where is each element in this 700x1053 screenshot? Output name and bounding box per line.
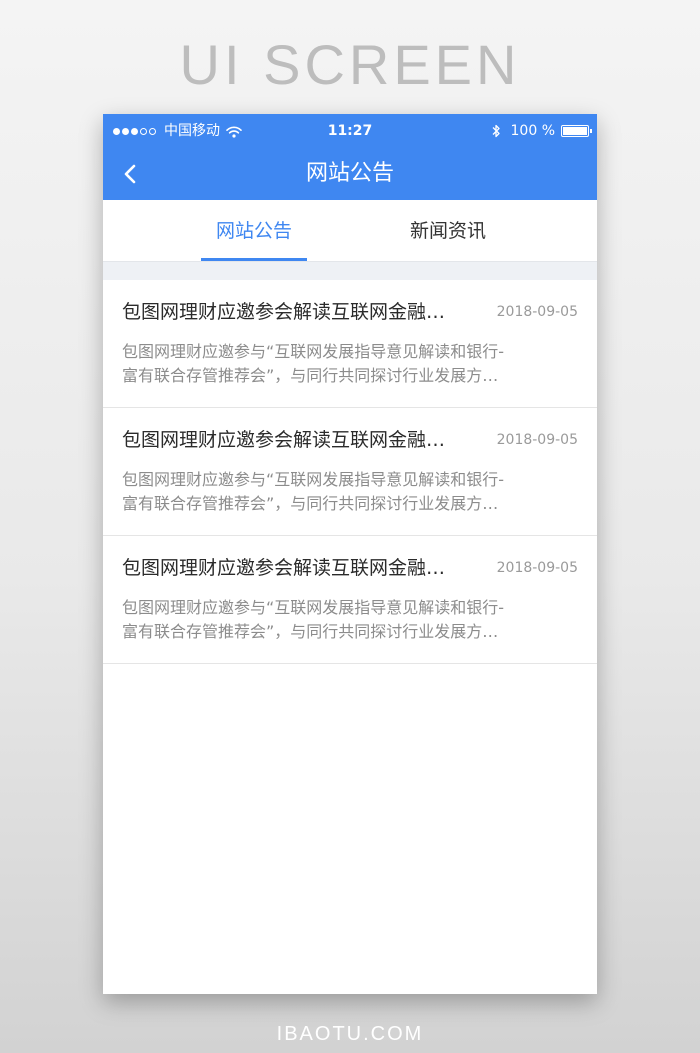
bluetooth-icon — [491, 124, 501, 138]
footer-brand: IBAOTU.COM — [276, 1023, 424, 1045]
news-summary-line: 包图网理财应邀参与“互联网发展指导意见解读和银行- — [122, 470, 505, 489]
section-divider — [103, 262, 597, 280]
nav-bar: 网站公告 — [103, 148, 597, 200]
news-title: 包图网理财应邀参会解读互联网金融… — [122, 557, 446, 579]
phone-screen: 中国移动 11:27 100 % 网站公告 网站公告 新闻资讯 包图网理财应邀参… — [103, 114, 597, 994]
news-summary-line: 富有联合存管推荐会”，与同行共同探讨行业发展方… — [122, 622, 499, 641]
news-summary-line: 富有联合存管推荐会”，与同行共同探讨行业发展方… — [122, 494, 499, 513]
status-right: 100 % — [491, 122, 592, 140]
active-tab-indicator — [201, 258, 307, 261]
battery-fill — [563, 127, 587, 135]
news-list: 包图网理财应邀参会解读互联网金融… 2018-09-05 包图网理财应邀参与“互… — [103, 280, 597, 664]
news-item[interactable]: 包图网理财应邀参会解读互联网金融… 2018-09-05 包图网理财应邀参与“互… — [103, 408, 597, 536]
news-summary: 包图网理财应邀参与“互联网发展指导意见解读和银行- 富有联合存管推荐会”，与同行… — [122, 340, 578, 388]
news-summary: 包图网理财应邀参与“互联网发展指导意见解读和银行- 富有联合存管推荐会”，与同行… — [122, 596, 578, 644]
news-summary-line: 包图网理财应邀参与“互联网发展指导意见解读和银行- — [122, 598, 505, 617]
news-summary-line: 富有联合存管推荐会”，与同行共同探讨行业发展方… — [122, 366, 499, 385]
battery-percentage: 100 % — [510, 123, 555, 139]
news-date: 2018-09-05 — [496, 560, 578, 576]
news-title: 包图网理财应邀参会解读互联网金融… — [122, 429, 446, 451]
news-summary-line: 包图网理财应邀参与“互联网发展指导意见解读和银行- — [122, 342, 505, 361]
news-date: 2018-09-05 — [496, 304, 578, 320]
tab-announcements[interactable]: 网站公告 — [201, 200, 307, 262]
screen-heading: UI SCREEN — [179, 33, 521, 96]
tab-news[interactable]: 新闻资讯 — [395, 200, 501, 262]
battery-icon — [561, 125, 592, 137]
page-title: 网站公告 — [305, 161, 394, 186]
news-item[interactable]: 包图网理财应邀参会解读互联网金融… 2018-09-05 包图网理财应邀参与“互… — [103, 536, 597, 664]
news-item[interactable]: 包图网理财应邀参会解读互联网金融… 2018-09-05 包图网理财应邀参与“互… — [103, 280, 597, 408]
status-bar: 中国移动 11:27 100 % — [103, 114, 597, 148]
news-title: 包图网理财应邀参会解读互联网金融… — [122, 301, 446, 323]
news-summary: 包图网理财应邀参与“互联网发展指导意见解读和银行- 富有联合存管推荐会”，与同行… — [122, 468, 578, 516]
news-date: 2018-09-05 — [496, 432, 578, 448]
tab-bar: 网站公告 新闻资讯 — [103, 200, 597, 262]
